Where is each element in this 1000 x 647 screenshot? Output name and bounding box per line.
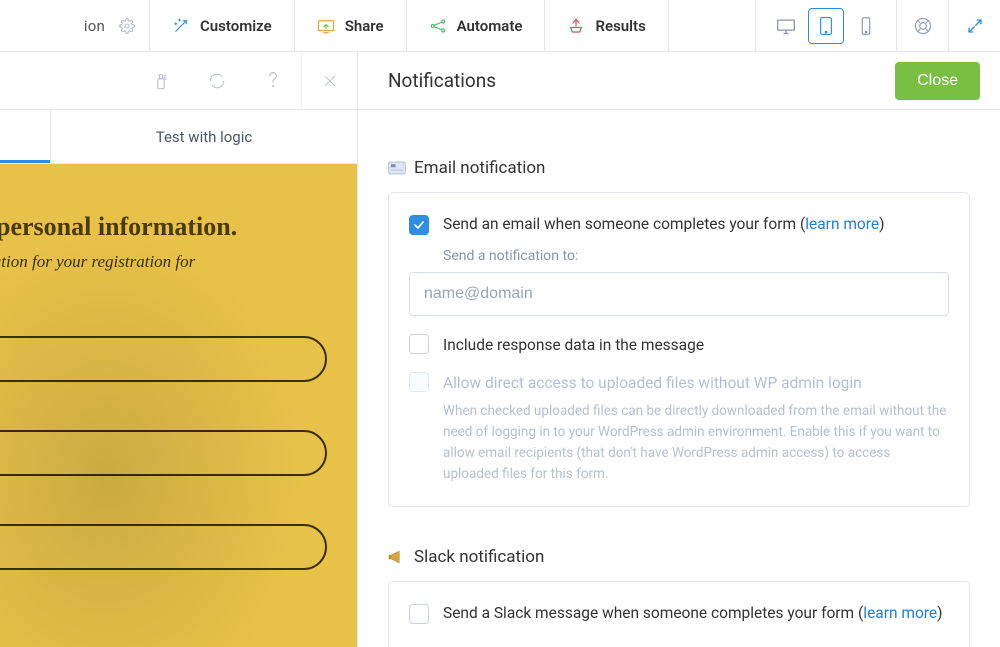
notification-email-input[interactable] xyxy=(409,272,949,316)
wand-icon xyxy=(172,17,190,35)
body: Test with logic personal information. al… xyxy=(0,110,1000,647)
slack-section-title: Slack notification xyxy=(414,547,544,567)
email-card-icon xyxy=(388,161,406,175)
tab-customize-label: Customize xyxy=(200,17,272,35)
refresh-icon[interactable] xyxy=(189,52,245,110)
panel-header-left xyxy=(0,52,358,109)
preview-subtitle: al information for your registration for xyxy=(0,252,357,272)
preview-heading: personal information. xyxy=(0,212,357,242)
breadcrumb-fragment: ion xyxy=(84,17,105,35)
preview-tabstrip: Test with logic xyxy=(0,110,357,164)
tab-automate-label: Automate xyxy=(457,17,523,35)
panel-header-right: Notifications Close xyxy=(358,52,1000,109)
tab-automate[interactable]: Automate xyxy=(407,0,546,51)
close-button[interactable]: Close xyxy=(895,62,980,100)
panel-title: Notifications xyxy=(388,69,496,92)
device-preview-group xyxy=(755,0,896,51)
notification-email-wrap xyxy=(409,272,949,316)
send-email-row: Send an email when someone completes you… xyxy=(409,213,949,236)
form-preview: personal information. al information for… xyxy=(0,164,357,647)
send-email-checkbox[interactable] xyxy=(409,215,429,235)
send-email-label: Send an email when someone completes you… xyxy=(443,213,885,236)
send-slack-text-pre: Send a Slack message when someone comple… xyxy=(443,604,863,622)
tab-results-label: Results xyxy=(595,17,645,35)
preview-tab-test-with-logic[interactable]: Test with logic xyxy=(50,110,357,163)
send-slack-label: Send a Slack message when someone comple… xyxy=(443,602,943,625)
left-panel: Test with logic personal information. al… xyxy=(0,110,358,647)
send-to-label: Send a notification to: xyxy=(443,248,949,264)
gear-icon[interactable] xyxy=(119,18,135,34)
include-response-checkbox[interactable] xyxy=(409,334,429,354)
allow-direct-row: Allow direct access to uploaded files wi… xyxy=(409,372,949,395)
send-slack-text-post: ) xyxy=(937,604,942,622)
email-section-title: Email notification xyxy=(414,158,545,178)
preview-input-2[interactable] xyxy=(0,430,327,476)
allow-direct-checkbox xyxy=(409,372,429,392)
send-email-text-post: ) xyxy=(879,215,884,233)
email-card: Send an email when someone completes you… xyxy=(388,192,970,507)
megaphone-icon xyxy=(388,549,406,565)
device-tablet-button[interactable] xyxy=(808,8,844,44)
settings-panel: Email notification Send an email when so… xyxy=(358,110,1000,647)
fullscreen-icon[interactable] xyxy=(948,0,1000,51)
preview-input-1[interactable] xyxy=(0,336,327,382)
allow-direct-label: Allow direct access to uploaded files wi… xyxy=(443,372,862,395)
device-desktop-button[interactable] xyxy=(768,8,804,44)
top-toolbar: ion Customize Share Automate Results xyxy=(0,0,1000,52)
device-phone-button[interactable] xyxy=(848,8,884,44)
spray-icon[interactable] xyxy=(133,52,189,110)
allow-direct-description: When checked uploaded files can be direc… xyxy=(443,401,949,485)
preview-input-3[interactable] xyxy=(0,524,327,570)
share-screen-icon xyxy=(317,17,335,35)
tab-share-label: Share xyxy=(345,17,384,35)
include-response-label: Include response data in the message xyxy=(443,334,704,357)
top-left-fragment: ion xyxy=(0,0,150,51)
slack-card: Send a Slack message when someone comple… xyxy=(388,581,970,647)
preview-tab-active[interactable] xyxy=(0,110,50,163)
panel-header-bar: Notifications Close xyxy=(0,52,1000,110)
send-slack-row: Send a Slack message when someone comple… xyxy=(409,602,949,625)
send-slack-checkbox[interactable] xyxy=(409,604,429,624)
automate-icon xyxy=(429,17,447,35)
results-icon xyxy=(567,17,585,35)
slack-learn-more-link[interactable]: learn more xyxy=(863,604,937,622)
include-response-row: Include response data in the message xyxy=(409,334,949,357)
help-icon[interactable] xyxy=(245,52,301,110)
email-section-heading: Email notification xyxy=(388,158,970,178)
lifebuoy-icon[interactable] xyxy=(896,0,948,51)
tab-customize[interactable]: Customize xyxy=(150,0,295,51)
tab-results[interactable]: Results xyxy=(545,0,668,51)
send-email-text-pre: Send an email when someone completes you… xyxy=(443,215,805,233)
email-learn-more-link[interactable]: learn more xyxy=(805,215,879,233)
slack-section-heading: Slack notification xyxy=(388,547,970,567)
tab-share[interactable]: Share xyxy=(295,0,407,51)
toolbar-spacer xyxy=(669,0,755,51)
close-panel-icon[interactable] xyxy=(301,52,357,110)
